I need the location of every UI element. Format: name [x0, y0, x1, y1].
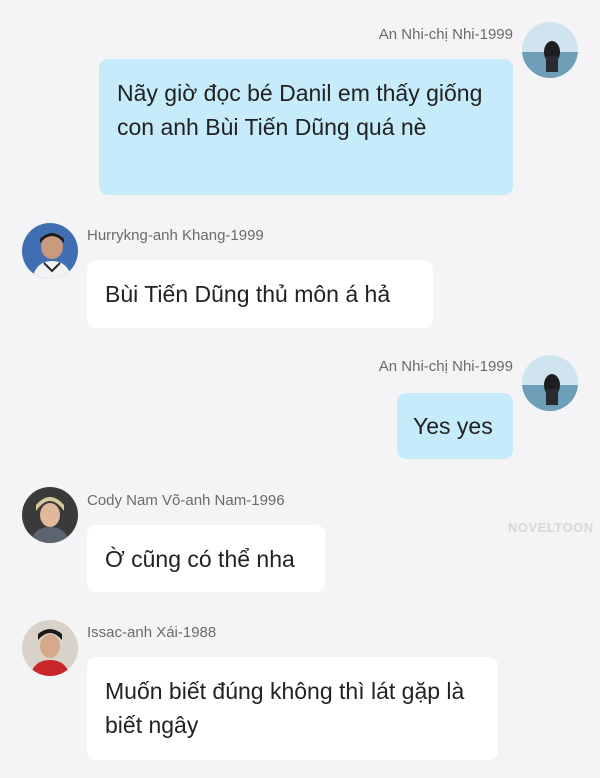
- sender-name: An Nhi-chị Nhi-1999: [378, 358, 513, 375]
- sender-name: An Nhi-chị Nhi-1999: [378, 26, 513, 43]
- avatar[interactable]: [22, 487, 78, 543]
- sender-name: Cody Nam Võ-anh Nam-1996: [87, 492, 285, 509]
- message-bubble[interactable]: Muốn biết đúng không thì lát gặp là biết…: [87, 657, 498, 760]
- message-bubble[interactable]: Nãy giờ đọc bé Danil em thấy giống con a…: [99, 59, 513, 195]
- message-bubble[interactable]: Ờ cũng có thể nha: [87, 525, 325, 592]
- avatar[interactable]: [522, 22, 578, 78]
- sender-name: Hurrykng-anh Khang-1999: [87, 227, 264, 244]
- sender-name: Issac-anh Xái-1988: [87, 624, 217, 641]
- avatar[interactable]: [22, 223, 78, 279]
- watermark-logo: NOVELTOON: [508, 520, 594, 535]
- message-bubble[interactable]: Yes yes: [397, 393, 513, 459]
- avatar[interactable]: [522, 355, 578, 411]
- message-bubble[interactable]: Bùi Tiến Dũng thủ môn á hả: [87, 260, 433, 328]
- avatar[interactable]: [22, 620, 78, 676]
